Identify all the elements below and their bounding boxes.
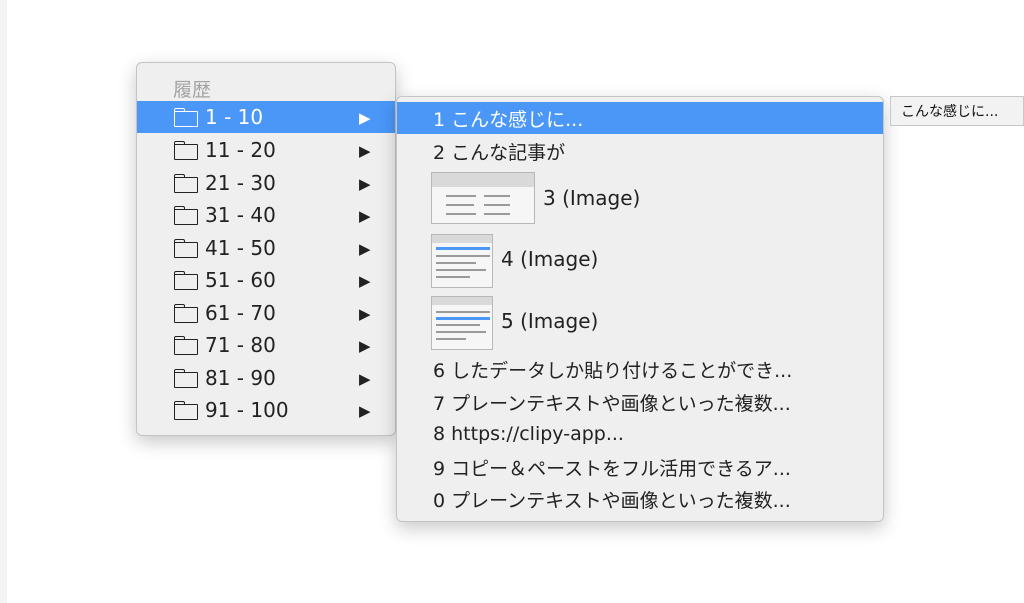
history-item-1-10[interactable]: 1 - 10 ▶ [137, 101, 395, 133]
clip-item-label: 7 プレーンテキストや画像といった複数... [433, 392, 791, 415]
clip-item-label: 1 こんな感じに... [433, 108, 584, 131]
clip-item-7[interactable]: 7 プレーンテキストや画像といった複数... [397, 386, 883, 418]
clip-item-2[interactable]: 2 こんな記事が [397, 135, 883, 167]
clip-item-9[interactable]: 9 コピー＆ペーストをフル活用できるア... [397, 451, 883, 483]
history-item-label: 91 - 100 [205, 398, 289, 422]
history-item-label: 11 - 20 [205, 138, 276, 162]
folder-icon [174, 336, 198, 355]
clip-item-label: 0 プレーンテキストや画像といった複数... [433, 489, 791, 512]
folder-icon [174, 141, 198, 160]
folder-icon [174, 304, 198, 323]
history-item-51-60[interactable]: 51 - 60 ▶ [137, 264, 395, 296]
history-item-label: 71 - 80 [205, 333, 276, 357]
submenu-arrow-icon: ▶ [359, 337, 371, 355]
folder-icon [174, 108, 198, 127]
folder-icon [174, 174, 198, 193]
folder-icon [174, 369, 198, 388]
clip-item-4[interactable]: 4 (Image) [397, 231, 883, 289]
submenu-arrow-icon: ▶ [359, 175, 371, 193]
image-thumbnail [431, 296, 493, 350]
history-item-21-30[interactable]: 21 - 30 ▶ [137, 167, 395, 199]
submenu-arrow-icon: ▶ [359, 402, 371, 420]
history-item-91-100[interactable]: 91 - 100 ▶ [137, 394, 395, 426]
submenu-arrow-icon: ▶ [359, 272, 371, 290]
history-item-71-80[interactable]: 71 - 80 ▶ [137, 329, 395, 361]
clip-item-0[interactable]: 0 プレーンテキストや画像といった複数... [397, 483, 883, 515]
history-item-label: 51 - 60 [205, 268, 276, 292]
image-thumbnail [431, 172, 535, 224]
submenu-arrow-icon: ▶ [359, 109, 371, 127]
submenu-arrow-icon: ▶ [359, 142, 371, 160]
history-item-label: 61 - 70 [205, 301, 276, 325]
submenu-arrow-icon: ▶ [359, 207, 371, 225]
clip-item-8[interactable]: 8 https://clipy-app... [397, 418, 883, 450]
history-item-label: 31 - 40 [205, 203, 276, 227]
clip-item-5[interactable]: 5 (Image) [397, 293, 883, 351]
clip-item-label: 4 (Image) [501, 247, 599, 271]
clip-item-label: 2 こんな記事が [433, 141, 566, 164]
tooltip: こんな感じに... [890, 96, 1024, 126]
folder-icon [174, 401, 198, 420]
submenu-arrow-icon: ▶ [359, 240, 371, 258]
clip-item-1[interactable]: 1 こんな感じに... [397, 102, 883, 134]
clip-item-3[interactable]: 3 (Image) [397, 169, 883, 227]
clip-item-6[interactable]: 6 したデータしか貼り付けることができ... [397, 353, 883, 385]
window-edge [0, 0, 7, 603]
folder-icon [174, 206, 198, 225]
image-thumbnail [431, 234, 493, 288]
history-item-label: 81 - 90 [205, 366, 276, 390]
clip-item-label: 9 コピー＆ペーストをフル活用できるア... [433, 457, 791, 480]
history-item-81-90[interactable]: 81 - 90 ▶ [137, 362, 395, 394]
clip-item-label: 3 (Image) [543, 186, 641, 210]
clip-item-label: 8 https://clipy-app... [433, 423, 624, 445]
history-item-61-70[interactable]: 61 - 70 ▶ [137, 297, 395, 329]
clip-item-label: 5 (Image) [501, 309, 599, 333]
folder-icon [174, 271, 198, 290]
history-menu: 履歴 1 - 10 ▶ 11 - 20 ▶ 21 - 30 ▶ 31 - 40 … [136, 62, 396, 436]
history-item-label: 1 - 10 [205, 105, 264, 129]
clip-item-label: 6 したデータしか貼り付けることができ... [433, 359, 793, 382]
history-item-label: 41 - 50 [205, 236, 276, 260]
menu-header: 履歴 [173, 79, 212, 101]
submenu-arrow-icon: ▶ [359, 370, 371, 388]
history-item-41-50[interactable]: 41 - 50 ▶ [137, 232, 395, 264]
history-item-label: 21 - 30 [205, 171, 276, 195]
folder-icon [174, 239, 198, 258]
history-item-11-20[interactable]: 11 - 20 ▶ [137, 134, 395, 166]
submenu-arrow-icon: ▶ [359, 305, 371, 323]
history-item-31-40[interactable]: 31 - 40 ▶ [137, 199, 395, 231]
history-submenu: 1 こんな感じに... 2 こんな記事が 3 (Image) 4 (Image) [396, 96, 884, 522]
